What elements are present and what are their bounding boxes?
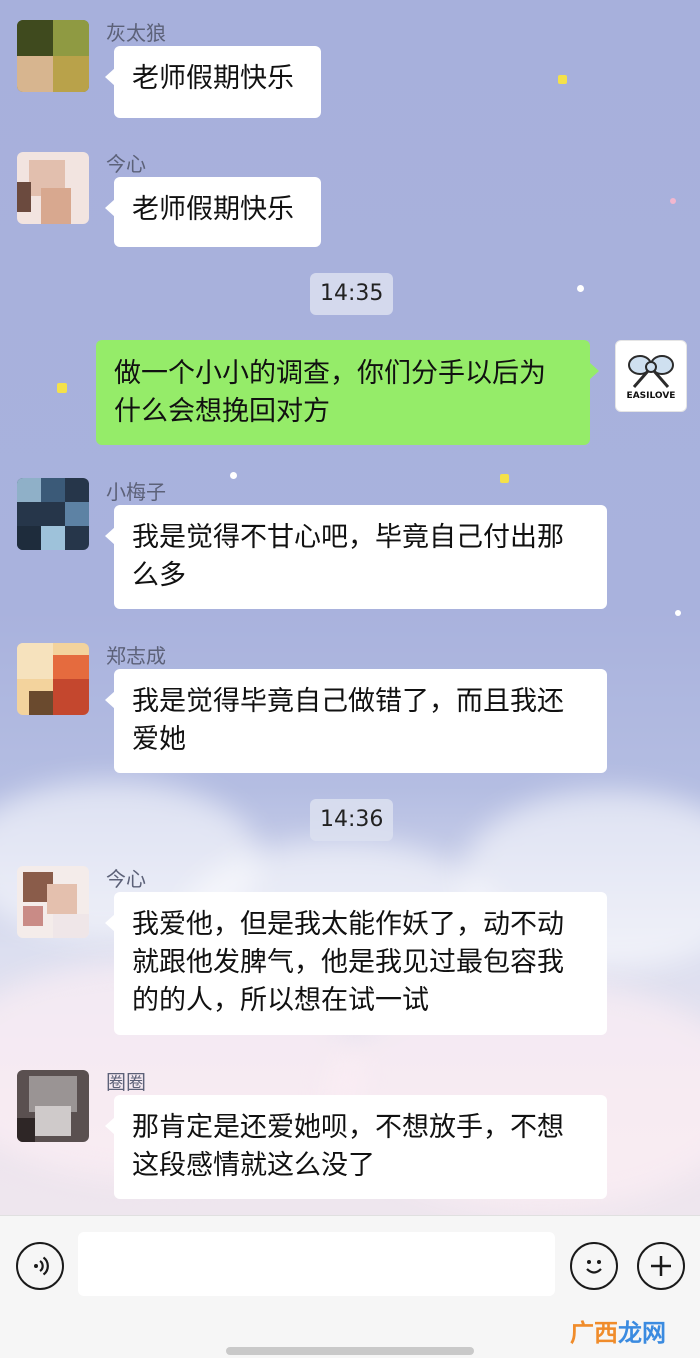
self-avatar[interactable]: EASILOVE	[615, 340, 687, 412]
message-bubble[interactable]: 我是觉得毕竟自己做错了，而且我还爱她	[105, 669, 607, 773]
avatar[interactable]	[17, 1070, 89, 1142]
message-list[interactable]: 灰太狼 老师假期快乐 今心 老师假期快乐 14:35 做一个小小的调查，你们分手…	[0, 0, 700, 1215]
message-input[interactable]	[78, 1232, 555, 1296]
message-bubble[interactable]: 我爱他，但是我太能作妖了，动不动就跟他发脾气，他是我见过最包容我的的人，所以想在…	[105, 892, 607, 1035]
logo-text: EASILOVE	[626, 391, 676, 401]
timestamp: 14:36	[310, 799, 394, 841]
avatar[interactable]	[17, 152, 89, 224]
message-bubble[interactable]: 老师假期快乐	[105, 46, 321, 118]
emoji-button[interactable]	[570, 1242, 618, 1290]
avatar[interactable]	[17, 20, 89, 92]
message-bubble-self[interactable]: 做一个小小的调查，你们分手以后为什么会想挽回对方	[96, 340, 599, 445]
plus-icon	[651, 1256, 671, 1276]
message-bubble[interactable]: 我是觉得不甘心吧，毕竟自己付出那么多	[105, 505, 607, 609]
home-indicator	[226, 1347, 474, 1355]
bow-icon	[628, 355, 674, 388]
voice-button[interactable]	[16, 1242, 64, 1290]
watermark-part1: 广西	[570, 1319, 618, 1347]
message-bubble[interactable]: 老师假期快乐	[105, 177, 321, 247]
sender-name: 郑志成	[106, 644, 166, 668]
timestamp: 14:35	[310, 273, 394, 315]
watermark: 广西龙网	[570, 1313, 666, 1348]
message-bubble[interactable]: 那肯定是还爱她呗，不想放手，不想这段感情就这么没了	[105, 1095, 607, 1199]
voice-icon	[34, 1256, 49, 1276]
sender-name: 圈圈	[106, 1070, 146, 1094]
sender-name: 今心	[106, 867, 146, 891]
sender-name: 小梅子	[106, 480, 166, 504]
sender-name: 灰太狼	[106, 21, 166, 45]
watermark-part2: 龙网	[618, 1319, 666, 1347]
emoji-icon	[586, 1260, 602, 1274]
plus-button[interactable]	[637, 1242, 685, 1290]
avatar[interactable]	[17, 866, 89, 938]
avatar[interactable]	[17, 478, 89, 550]
avatar[interactable]	[17, 643, 89, 715]
sender-name: 今心	[106, 152, 146, 176]
